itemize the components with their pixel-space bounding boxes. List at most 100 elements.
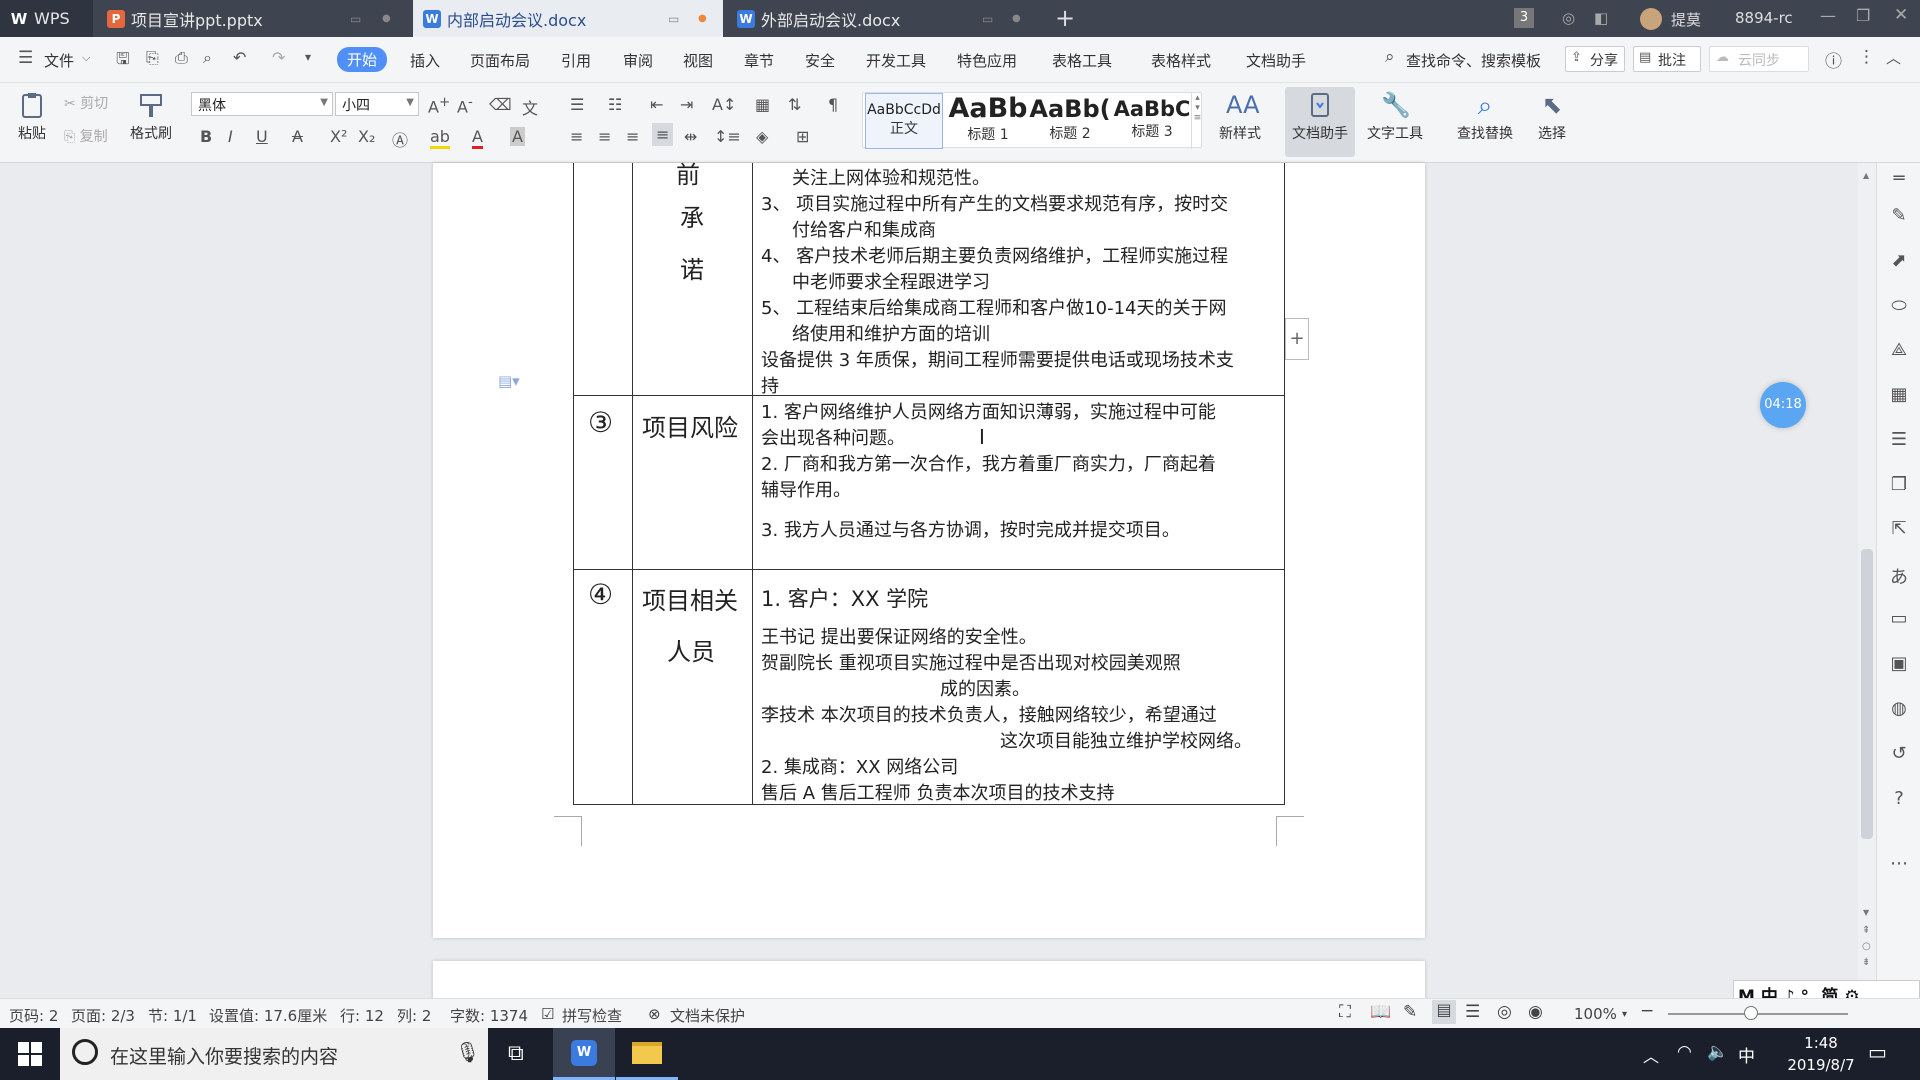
taskbar-wps-app[interactable]: W xyxy=(553,1028,615,1080)
avatar[interactable] xyxy=(1640,8,1662,30)
menu-file[interactable]: 文件 xyxy=(44,50,74,71)
help-icon[interactable]: ? xyxy=(1888,788,1910,810)
chevron-down-icon[interactable]: ▾ xyxy=(1622,1009,1627,1020)
volume-icon[interactable]: 🔈 xyxy=(1707,1042,1728,1062)
restore-icon[interactable]: ❐ xyxy=(1856,6,1870,25)
underline-icon[interactable]: U xyxy=(256,127,268,146)
copy-format-icon[interactable]: ❐ xyxy=(1888,474,1910,496)
paragraph-handle-icon[interactable]: ▤▾ xyxy=(498,372,520,390)
outline-view-icon[interactable]: ☰ xyxy=(1465,1002,1480,1022)
text-effect-icon[interactable]: Ⓐ xyxy=(392,127,408,151)
comment-button[interactable]: ▤ 批注 xyxy=(1633,46,1701,72)
tray-expand-icon[interactable]: ︿ xyxy=(1643,1043,1659,1067)
numbered-list-icon[interactable]: ☷ xyxy=(608,95,622,114)
tab-ppt[interactable]: P 项目宣讲ppt.pptx ▭ ● xyxy=(97,0,412,37)
redo-icon[interactable]: ↷ xyxy=(272,48,285,67)
preview-icon[interactable]: ⌕ xyxy=(203,48,212,68)
chevron-down-icon[interactable]: ⌵ xyxy=(82,51,90,65)
cut-button[interactable]: ✂ 剪切 xyxy=(64,93,108,113)
table-icon[interactable]: ▦ xyxy=(1888,384,1910,406)
zoom-slider-thumb[interactable] xyxy=(1744,1006,1758,1020)
phonetic-icon[interactable]: 文 xyxy=(522,95,538,119)
zoom-level[interactable]: 100% xyxy=(1574,1005,1617,1023)
save-icon[interactable]: 🖫 xyxy=(116,48,130,75)
tab-internal-meeting[interactable]: W 内部启动会议.docx ▭ ● xyxy=(413,0,723,37)
archive-icon[interactable]: ▭ xyxy=(1888,608,1910,630)
status-page[interactable]: 页面: 2/3 xyxy=(71,1005,135,1026)
skin-icon[interactable]: ◎ xyxy=(1562,9,1575,27)
menu-chapter[interactable]: 章节 xyxy=(744,50,774,71)
menu-security[interactable]: 安全 xyxy=(805,50,835,71)
collapse-ribbon-icon[interactable]: ︿ xyxy=(1886,47,1901,68)
close-dot-icon[interactable]: ● xyxy=(382,13,391,24)
eye-protect-icon[interactable]: ◉ xyxy=(1528,1002,1543,1022)
taskbar-search-box[interactable]: 在这里输入你要搜索的内容 🎙 xyxy=(60,1028,488,1080)
menu-insert[interactable]: 插入 xyxy=(410,50,440,71)
document-page-next[interactable] xyxy=(433,961,1425,1001)
align-left-icon[interactable]: ≡ xyxy=(570,127,583,146)
font-name-select[interactable]: 黑体 ▼ xyxy=(191,92,333,116)
justify-icon[interactable]: ≡ xyxy=(652,123,674,146)
superscript-icon[interactable]: X² xyxy=(330,127,347,146)
subscript-icon[interactable]: X₂ xyxy=(358,127,375,146)
style-heading-2[interactable]: AaBb( 标题 2 xyxy=(1029,93,1111,149)
clear-format-icon[interactable]: ⌫ xyxy=(489,95,512,114)
more-icon[interactable]: ⋯ xyxy=(1888,853,1910,875)
windows-start-icon[interactable] xyxy=(18,1042,42,1066)
window-count-badge[interactable]: 3 xyxy=(1514,8,1534,28)
char-shading-icon[interactable]: A xyxy=(510,127,525,146)
network-icon[interactable]: ◠ xyxy=(1677,1042,1692,1062)
scroll-up-icon[interactable]: ▲ xyxy=(1863,171,1869,180)
menu-references[interactable]: 引用 xyxy=(561,50,591,71)
unsaved-dot-icon[interactable]: ● xyxy=(698,13,707,24)
tab-external-meeting[interactable]: W 外部启动会议.docx ▭ ● xyxy=(727,0,1037,37)
page-view-icon[interactable]: ▤ xyxy=(1432,1000,1456,1024)
search-icon[interactable]: ⌕ xyxy=(1385,47,1395,67)
highlight-icon[interactable]: ab xyxy=(430,127,450,149)
menu-developer[interactable]: 开发工具 xyxy=(866,50,926,71)
quick-access-dropdown-icon[interactable]: ▾ xyxy=(305,50,311,64)
decrease-indent-icon[interactable]: ⇤ xyxy=(650,95,663,114)
notification-icon[interactable]: ▭ xyxy=(1868,1040,1887,1064)
clock-time[interactable]: 1:48 xyxy=(1786,1034,1856,1052)
cloud-sync-button[interactable]: ☁ 云同步 xyxy=(1709,46,1809,72)
font-size-select[interactable]: 小四 ▼ xyxy=(335,92,419,116)
vertical-scrollbar[interactable]: ▲ ▼ ⇞ ○ ⇟ xyxy=(1858,163,1876,998)
grow-font-icon[interactable]: A+ xyxy=(428,95,450,116)
show-marks-icon[interactable]: ¶ xyxy=(828,95,838,114)
prev-page-icon[interactable]: ⇞ xyxy=(1862,925,1870,936)
bold-icon[interactable]: B xyxy=(200,127,212,146)
sidebar-toggle-icon[interactable]: ═ xyxy=(1888,168,1910,190)
strikethrough-icon[interactable]: A xyxy=(292,127,303,146)
backup-icon[interactable]: ◍ xyxy=(1888,698,1910,720)
add-row-button[interactable]: + xyxy=(1285,318,1309,360)
user-name[interactable]: 提莫 xyxy=(1671,9,1701,30)
next-page-icon[interactable]: ⇟ xyxy=(1862,957,1870,968)
style-heading-3[interactable]: AaBbC 标题 3 xyxy=(1111,93,1193,149)
line-spacing-icon[interactable]: ↕≡ xyxy=(714,127,741,146)
translate-icon[interactable]: あ xyxy=(1888,563,1910,588)
share-button[interactable]: ⇪ 分享 xyxy=(1565,46,1625,72)
close-icon[interactable]: ✕ xyxy=(1894,5,1908,25)
taskbar-file-explorer[interactable] xyxy=(616,1028,678,1080)
menu-home[interactable]: 开始 xyxy=(337,47,388,72)
wps-home-tab[interactable]: W WPS xyxy=(0,0,93,37)
protect-icon[interactable]: ⊗ xyxy=(648,1005,661,1023)
chinese-layout-icon[interactable]: ▦ xyxy=(755,95,770,114)
format-painter-button[interactable]: 格式刷 xyxy=(128,91,174,143)
align-center-icon[interactable]: ≡ xyxy=(598,127,611,146)
microphone-icon[interactable]: 🎙 xyxy=(455,1040,480,1064)
print-icon[interactable]: ⎙ xyxy=(175,48,188,68)
menu-table-style[interactable]: 表格样式 xyxy=(1151,50,1211,71)
clock-date[interactable]: 2019/8/7 xyxy=(1771,1056,1871,1074)
italic-icon[interactable]: I xyxy=(228,127,233,146)
close-dot-icon[interactable]: ● xyxy=(1012,13,1021,24)
scroll-down-icon[interactable]: ▼ xyxy=(1863,908,1869,917)
menu-review[interactable]: 审阅 xyxy=(623,50,653,71)
style-normal[interactable]: AaBbCcDd 正文 xyxy=(865,93,943,149)
shrink-font-icon[interactable]: A- xyxy=(457,95,473,116)
hamburger-icon[interactable]: ☰ xyxy=(18,48,33,68)
style-pane-icon[interactable]: ⟁ xyxy=(1888,339,1910,361)
task-view-icon[interactable]: ⧉ xyxy=(508,1041,524,1066)
increase-indent-icon[interactable]: ⇥ xyxy=(680,95,693,114)
